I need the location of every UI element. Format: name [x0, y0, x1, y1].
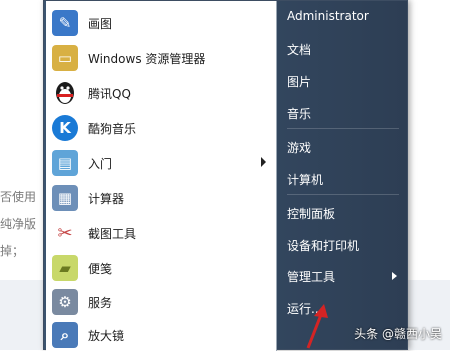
separator: [287, 194, 399, 195]
program-label: 截图工具: [88, 226, 137, 241]
program-windows-explorer[interactable]: ▭ Windows 资源管理器: [52, 42, 272, 74]
sticky-note-icon: ▰: [52, 255, 78, 281]
background-text-3: 掉；: [0, 244, 25, 258]
watermark: 头条 @赣西小吴: [354, 327, 442, 341]
computer-link[interactable]: 计算机: [287, 171, 323, 188]
background-text-2: 纯净版: [0, 217, 37, 231]
control-panel-link[interactable]: 控制面板: [287, 205, 335, 222]
program-label: 计算器: [88, 191, 125, 206]
getting-started-icon: ▤: [52, 150, 78, 176]
gears-icon: ⚙: [52, 289, 78, 315]
pictures-link[interactable]: 图片: [287, 73, 311, 90]
program-snipping-tool[interactable]: ✂ 截图工具: [52, 217, 272, 249]
program-services[interactable]: ⚙ 服务: [52, 286, 272, 318]
program-label: 放大镜: [88, 328, 125, 343]
user-account-link[interactable]: Administrator: [287, 9, 369, 23]
program-kugou-music[interactable]: K 酷狗音乐: [52, 112, 272, 144]
program-label: 入门: [88, 156, 113, 171]
separator: [287, 128, 399, 129]
program-calculator[interactable]: ▦ 计算器: [52, 182, 272, 214]
magnifier-icon: ⌕: [52, 322, 78, 348]
places-pane: Administrator 文档 图片 音乐 游戏 计算机 控制面板 设备和打印…: [277, 1, 407, 351]
paint-palette-icon: ✎: [52, 10, 78, 36]
folder-explorer-icon: ▭: [52, 45, 78, 71]
start-menu: ✎ 画图 ▭ Windows 资源管理器 腾讯QQ K 酷狗音乐 ▤ 入门 ▦ …: [43, 0, 408, 351]
program-label: Windows 资源管理器: [88, 51, 206, 66]
program-getting-started[interactable]: ▤ 入门: [52, 147, 272, 179]
calculator-icon: ▦: [52, 185, 78, 211]
scissors-icon: ✂: [52, 220, 78, 246]
kugou-k-icon: K: [52, 115, 78, 141]
programs-pane: ✎ 画图 ▭ Windows 资源管理器 腾讯QQ K 酷狗音乐 ▤ 入门 ▦ …: [46, 1, 277, 351]
program-label: 酷狗音乐: [88, 121, 137, 136]
qq-penguin-icon: [52, 80, 78, 106]
program-label: 服务: [88, 295, 113, 310]
submenu-arrow-icon: [392, 272, 397, 280]
program-label: 便笺: [88, 261, 113, 276]
devices-printers-link[interactable]: 设备和打印机: [287, 237, 359, 254]
program-paint[interactable]: ✎ 画图: [52, 7, 272, 39]
admin-tools-link[interactable]: 管理工具: [287, 268, 335, 285]
documents-link[interactable]: 文档: [287, 41, 311, 58]
submenu-arrow-icon: [261, 157, 266, 167]
program-qq[interactable]: 腾讯QQ: [52, 77, 272, 109]
program-label: 画图: [88, 16, 113, 31]
background-text-1: 否使用: [0, 190, 37, 204]
red-pointer-arrow-icon: [306, 304, 328, 349]
music-link[interactable]: 音乐: [287, 105, 311, 122]
program-sticky-notes[interactable]: ▰ 便笺: [52, 252, 272, 284]
games-link[interactable]: 游戏: [287, 139, 311, 156]
program-label: 腾讯QQ: [88, 86, 131, 101]
program-magnifier[interactable]: ⌕ 放大镜: [52, 319, 272, 351]
